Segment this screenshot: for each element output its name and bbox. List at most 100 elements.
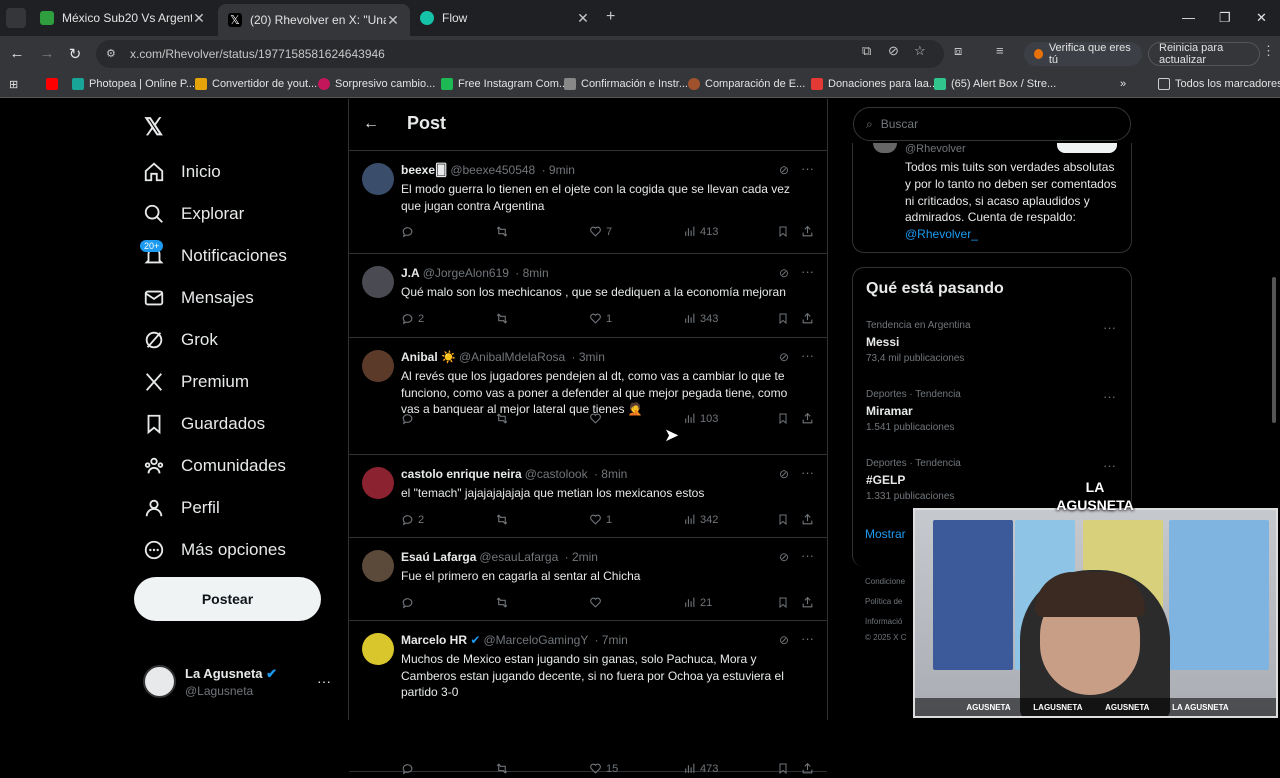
nav-messages[interactable]: Mensajes [143,282,254,314]
verify-button[interactable]: Verifica que eres tú [1024,42,1142,66]
share-button[interactable] [801,412,814,425]
post-button[interactable]: Postear [134,577,321,621]
reply-post[interactable]: Anibal ☀️ @AnibalMdelaRosa · 3min ⊘ ··· Al r… [349,338,827,455]
browser-tab-1[interactable]: México Sub20 Vs Argentina Sub20 ✕ [30,4,216,32]
grok-icon[interactable]: ⊘ [779,550,789,564]
like-button[interactable]: 1 [589,513,612,526]
author-handle[interactable]: @esauLafarga [479,550,558,564]
bookmark-item[interactable]: Comparación de E... [688,78,805,90]
footer-link[interactable]: Política de [865,597,902,606]
share-button[interactable] [801,596,814,609]
back-icon[interactable]: ← [8,45,26,62]
bio-link[interactable]: @Rhevolver_ [905,227,978,241]
avatar[interactable] [362,550,394,582]
account-switcher[interactable]: La Agusneta ✔ @Lagusneta ··· [143,659,343,703]
avatar[interactable] [362,266,394,298]
grok-icon[interactable]: ⊘ [779,350,789,364]
footer-link[interactable]: Informació [865,617,902,626]
youtube-bookmark[interactable] [46,78,63,90]
browser-tab-3[interactable]: Flow ✕ [410,4,600,32]
author-name[interactable]: Marcelo HR [401,633,467,647]
author-handle[interactable]: @MarceloGamingY [483,633,588,647]
media-controls-icon[interactable]: ≡ [996,43,1004,58]
more-icon[interactable]: ··· [801,631,814,646]
new-tab-icon[interactable]: + [606,8,615,26]
close-tab-icon[interactable]: ✕ [386,12,400,29]
author-handle[interactable]: @castolook [525,467,588,481]
share-button[interactable] [801,225,814,238]
grok-icon[interactable]: ⊘ [779,266,789,280]
bookmark-button[interactable] [777,312,789,325]
bookmark-button[interactable] [777,596,789,609]
reply-post[interactable]: Marcelo HR ✔ @MarceloGamingY · 7min ⊘ ··· Mu… [349,621,827,775]
more-icon[interactable]: ··· [801,548,814,563]
bookmark-button[interactable] [777,513,789,526]
repost-button[interactable] [495,225,509,238]
reply-button[interactable] [401,762,418,775]
close-window-icon[interactable]: ✕ [1256,10,1267,26]
back-arrow-icon[interactable]: ← [363,115,379,133]
nav-more-options[interactable]: Más opciones [143,534,286,566]
share-button[interactable] [801,312,814,325]
more-icon[interactable]: ··· [1103,458,1116,473]
author-name[interactable]: castolo enrique neira [401,467,522,481]
bookmark-item[interactable]: Donaciones para laa... [811,78,938,90]
forward-icon[interactable]: → [38,45,56,62]
author-name[interactable]: J.A [401,266,420,280]
avatar[interactable] [362,350,394,382]
nav-notifications[interactable]: Notificaciones [143,240,287,272]
more-icon[interactable]: ··· [801,465,814,480]
author-handle[interactable]: @JorgeAlon619 [423,266,509,280]
reply-post[interactable]: castolo enrique neira @castolook · 8min ⊘ ·… [349,455,827,538]
bookmark-item[interactable]: Confirmación e Instr... [564,78,688,90]
post-time[interactable]: · 3min [572,350,605,364]
views-button[interactable]: 21 [683,596,712,609]
like-button[interactable] [589,412,606,425]
like-button[interactable]: 15 [589,762,618,775]
address-bar[interactable]: ⚙ x.com/Rhevolver/status/197715858162464… [96,40,944,68]
close-tab-icon[interactable]: ✕ [192,10,206,27]
search-input[interactable]: ⌕ Buscar [853,107,1131,141]
post-time[interactable]: · 8min [515,266,548,280]
repost-button[interactable] [495,412,509,425]
extensions-icon[interactable]: ⧈ [954,43,962,59]
like-button[interactable]: 7 [589,225,612,238]
post-time[interactable]: · 2min [565,550,598,564]
share-button[interactable] [801,513,814,526]
install-app-icon[interactable]: ⧉ [862,43,871,59]
bookmark-button[interactable] [777,225,789,238]
post-time[interactable]: · 8min [594,467,627,481]
x-logo-icon[interactable]: 𝕏 [144,113,163,142]
nav-communities[interactable]: Comunidades [143,450,286,482]
grok-icon[interactable]: ⊘ [779,467,789,481]
close-tab-icon[interactable]: ✕ [576,10,590,27]
browser-tab-2[interactable]: 𝕏 (20) Rhevolver en X: "Una buena ✕ [218,4,410,36]
bookmark-item[interactable]: Free Instagram Com... [441,78,568,90]
reply-button[interactable] [401,225,418,238]
views-button[interactable]: 342 [683,513,718,526]
views-button[interactable]: 103 [683,412,718,425]
nav-grok[interactable]: Grok [143,324,218,356]
minimize-icon[interactable]: — [1182,10,1195,25]
reply-post[interactable]: J.A @JorgeAlon619 · 8min ⊘ ··· Qué malo son … [349,254,827,338]
views-button[interactable]: 343 [683,312,718,325]
like-button[interactable]: 1 [589,312,612,325]
bookmark-item[interactable]: Photopea | Online P... [72,78,195,90]
grok-icon[interactable]: ⊘ [779,163,789,177]
nav-premium[interactable]: Premium [143,366,249,398]
more-icon[interactable]: ··· [801,348,814,363]
bookmark-item[interactable]: Sorpresivo cambio... [318,78,435,90]
views-button[interactable]: 473 [683,762,718,775]
reply-post[interactable]: beexe🂠 @beexe450548 · 9min ⊘ ··· El modo gue… [349,151,827,254]
more-icon[interactable]: ··· [317,673,331,689]
nav-explore[interactable]: Explorar [143,198,244,230]
bookmark-button[interactable] [777,412,789,425]
repost-button[interactable] [495,596,509,609]
author-name[interactable]: Esaú Lafarga [401,550,476,564]
avatar[interactable] [362,467,394,499]
reply-button[interactable]: 2 [401,312,424,325]
reply-button[interactable] [401,412,418,425]
repost-button[interactable] [495,513,509,526]
reply-post[interactable]: Esaú Lafarga @esauLafarga · 2min ⊘ ··· Fue e… [349,538,827,621]
more-icon[interactable]: ··· [801,161,814,176]
